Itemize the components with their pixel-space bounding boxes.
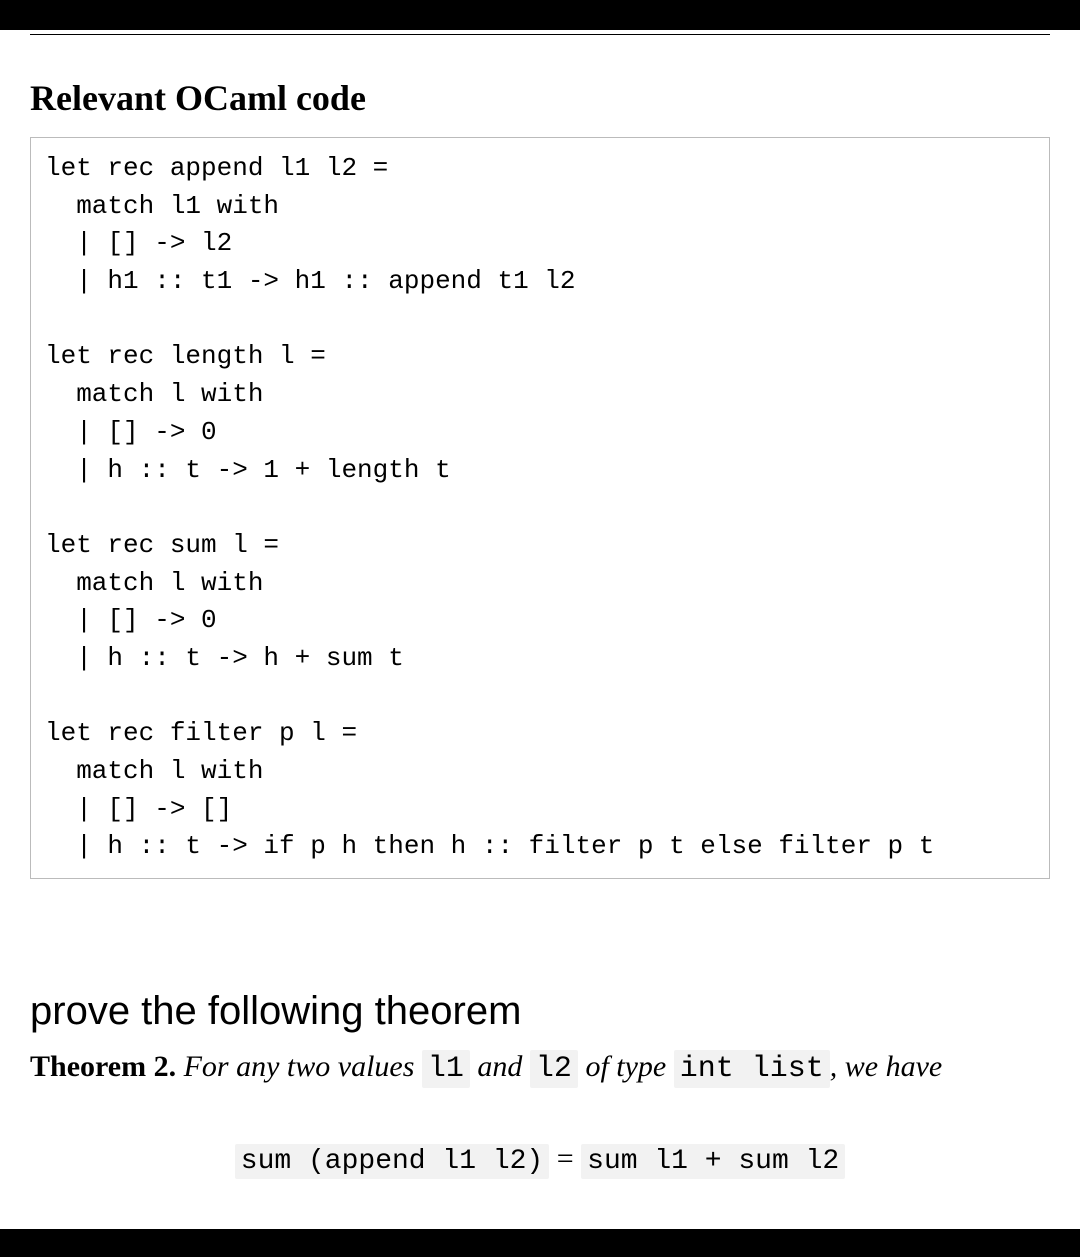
equation-rhs: sum l1 + sum l2 — [581, 1144, 845, 1179]
equation-eq: = — [549, 1142, 581, 1175]
bottom-black-bar — [0, 1229, 1080, 1257]
theorem-text-3: of type — [578, 1050, 674, 1083]
horizontal-rule — [30, 30, 1050, 35]
section-title: Relevant OCaml code — [30, 77, 1050, 119]
theorem-equation: sum (append l1 l2) = sum l1 + sum l2 — [30, 1142, 1050, 1177]
page: Relevant OCaml code let rec append l1 l2… — [0, 0, 1080, 1217]
theorem-text-4: , we have — [830, 1050, 942, 1083]
code-int-list: int list — [674, 1050, 830, 1088]
ocaml-code-block: let rec append l1 l2 = match l1 with | [… — [30, 137, 1050, 879]
code-l1: l1 — [422, 1050, 470, 1088]
theorem-text-2: and — [470, 1050, 530, 1083]
prove-prompt: prove the following theorem — [30, 989, 1050, 1034]
equation-lhs: sum (append l1 l2) — [235, 1144, 549, 1179]
theorem-label: Theorem 2. — [30, 1050, 176, 1083]
top-black-bar — [0, 0, 1080, 30]
theorem-statement: Theorem 2. For any two values l1 and l2 … — [30, 1044, 1050, 1092]
theorem-text-1: For any two values — [184, 1050, 422, 1083]
code-l2: l2 — [530, 1050, 578, 1088]
